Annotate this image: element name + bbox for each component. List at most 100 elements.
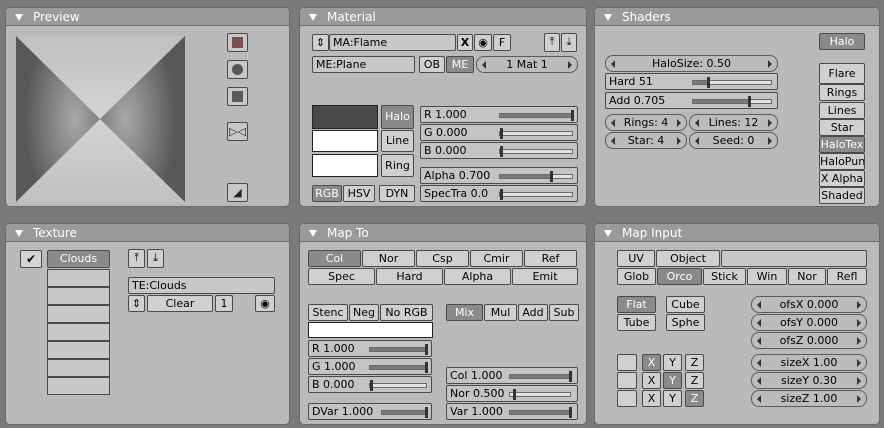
coord-nor-button[interactable]: Nor	[788, 268, 826, 285]
material-spectra-slider[interactable]: SpecTra 0.0	[420, 185, 578, 202]
blend-add-button[interactable]: Add	[518, 304, 548, 321]
rgb-mode-button[interactable]: RGB	[312, 185, 342, 202]
y-map-x-button[interactable]: X	[642, 372, 661, 389]
coord-refl-button[interactable]: Refl	[827, 268, 867, 285]
flare-toggle[interactable]: Flare	[819, 63, 865, 84]
y-map-y-button[interactable]: Y	[663, 372, 682, 389]
material-name-field[interactable]: MA:Flame	[329, 34, 456, 51]
material-slot-number[interactable]: 1 Mat 1	[476, 56, 578, 73]
mapto-color-swatch[interactable]	[308, 322, 433, 338]
material-alpha-slider[interactable]: Alpha 0.700	[420, 167, 578, 184]
material-paste-down-arrow-icon[interactable]: ⤓	[561, 33, 577, 52]
texture-slot-5[interactable]	[47, 323, 110, 341]
proj-cube-button[interactable]: Cube	[666, 296, 705, 313]
decrement-arrow-icon[interactable]	[695, 137, 699, 145]
z-map-x-button[interactable]: X	[642, 390, 661, 407]
ofsz-number[interactable]: ofsZ 0.000	[751, 332, 867, 349]
decrement-arrow-icon[interactable]	[695, 119, 699, 127]
increment-arrow-icon[interactable]	[857, 395, 861, 403]
link-ob-button[interactable]: OB	[419, 56, 445, 73]
increment-arrow-icon[interactable]	[857, 301, 861, 309]
mapto-g-slider[interactable]: G 1.000	[308, 358, 432, 375]
decrement-arrow-icon[interactable]	[611, 119, 615, 127]
material-header[interactable]: Material	[300, 8, 586, 26]
material-b-slider[interactable]: B 0.000	[420, 142, 578, 159]
mapto-cmir-button[interactable]: Cmir	[470, 250, 523, 267]
texture-slot-6[interactable]	[47, 341, 110, 359]
lines-number[interactable]: Lines: 12	[689, 114, 778, 131]
increment-arrow-icon[interactable]	[857, 337, 861, 345]
increment-arrow-icon[interactable]	[768, 119, 772, 127]
halosize-number[interactable]: HaloSize: 0.50	[605, 55, 778, 72]
decrement-arrow-icon[interactable]	[611, 137, 615, 145]
texture-enabled-checkmark-icon[interactable]: ✔	[20, 250, 42, 268]
add-slider[interactable]: Add 0.705	[605, 92, 778, 109]
mapto-header[interactable]: Map To	[300, 224, 586, 242]
material-r-slider[interactable]: R 1.000	[420, 106, 578, 123]
mapto-col-button[interactable]: Col	[308, 250, 361, 267]
mapto-dvar-slider[interactable]: DVar 1.000	[308, 403, 432, 420]
x-map-none-button[interactable]	[617, 354, 637, 371]
x-alpha-toggle[interactable]: X Alpha	[819, 170, 865, 187]
coord-glob-button[interactable]: Glob	[617, 268, 656, 285]
increment-arrow-icon[interactable]	[677, 137, 681, 145]
texture-slot-4[interactable]	[47, 305, 110, 323]
z-map-z-button[interactable]: Z	[685, 390, 704, 407]
texture-slot-clouds[interactable]: Clouds	[47, 250, 110, 268]
hard-slider[interactable]: Hard 51	[605, 73, 778, 90]
proj-flat-button[interactable]: Flat	[617, 296, 656, 313]
mapto-csp-button[interactable]: Csp	[416, 250, 469, 267]
halo-color-swatch[interactable]	[312, 105, 378, 129]
increment-arrow-icon[interactable]	[857, 359, 861, 367]
y-map-none-button[interactable]	[617, 372, 637, 389]
texture-paste-down-arrow-icon[interactable]: ⤓	[147, 249, 164, 268]
halo-color-button[interactable]: Halo	[381, 105, 414, 129]
texture-slot-8[interactable]	[47, 377, 110, 395]
texture-slot-2[interactable]	[47, 269, 110, 287]
increment-arrow-icon[interactable]	[568, 61, 572, 69]
line-color-button[interactable]: Line	[381, 130, 414, 152]
texture-users-count[interactable]: 1	[215, 295, 233, 312]
mesh-name-field[interactable]: ME:Plane	[312, 56, 415, 73]
coord-win-button[interactable]: Win	[747, 268, 787, 285]
halo-mode-button[interactable]: Halo	[819, 33, 865, 50]
increment-arrow-icon[interactable]	[768, 137, 772, 145]
hsv-mode-button[interactable]: HSV	[343, 185, 375, 202]
increment-arrow-icon[interactable]	[768, 60, 772, 68]
decrement-arrow-icon[interactable]	[757, 319, 761, 327]
increment-arrow-icon[interactable]	[677, 119, 681, 127]
collapse-triangle-icon[interactable]	[309, 14, 317, 21]
ofsy-number[interactable]: ofsY 0.000	[751, 314, 867, 331]
mapinput-object-name-field[interactable]	[721, 250, 867, 267]
material-browse-button[interactable]: ⇕	[312, 34, 329, 51]
texture-browse-button[interactable]: ⇕	[128, 295, 145, 312]
mapto-hard-button[interactable]: Hard	[376, 268, 443, 285]
texture-fake-user-car-icon[interactable]: ◉	[255, 295, 275, 312]
preview-lamp-icon[interactable]: ◢	[227, 183, 248, 202]
star-toggle[interactable]: Star	[819, 119, 865, 136]
decrement-arrow-icon[interactable]	[757, 337, 761, 345]
collapse-triangle-icon[interactable]	[604, 14, 612, 21]
blend-mul-button[interactable]: Mul	[484, 304, 517, 321]
preview-plane-icon[interactable]	[227, 33, 248, 52]
sizex-number[interactable]: sizeX 1.00	[751, 354, 867, 371]
x-map-x-button[interactable]: X	[642, 354, 661, 371]
mapinput-uv-button[interactable]: UV	[617, 250, 655, 267]
sizez-number[interactable]: sizeZ 1.00	[751, 390, 867, 407]
z-map-y-button[interactable]: Y	[663, 390, 682, 407]
increment-arrow-icon[interactable]	[857, 319, 861, 327]
sizey-number[interactable]: sizeY 0.30	[751, 372, 867, 389]
texture-clear-button[interactable]: Clear	[147, 295, 213, 312]
x-map-z-button[interactable]: Z	[685, 354, 704, 371]
increment-arrow-icon[interactable]	[857, 377, 861, 385]
decrement-arrow-icon[interactable]	[757, 359, 761, 367]
preview-sphere-icon[interactable]	[227, 60, 248, 79]
proj-tube-button[interactable]: Tube	[617, 314, 656, 331]
collapse-triangle-icon[interactable]	[15, 230, 23, 237]
shaders-header[interactable]: Shaders	[595, 8, 879, 26]
ring-color-swatch[interactable]	[312, 154, 378, 177]
decrement-arrow-icon[interactable]	[757, 301, 761, 309]
dyn-mode-button[interactable]: DYN	[379, 185, 415, 202]
decrement-arrow-icon[interactable]	[611, 60, 615, 68]
mapinput-header[interactable]: Map Input	[595, 224, 879, 242]
